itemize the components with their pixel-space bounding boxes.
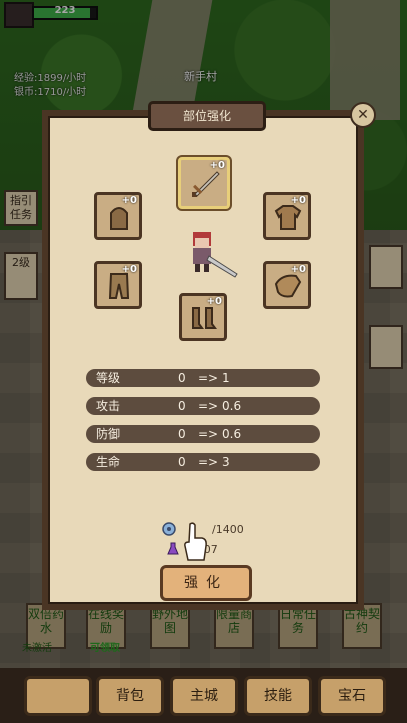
stat-from: 0 <box>178 427 186 441</box>
pointer-hand-icon <box>184 522 207 561</box>
close-icon[interactable]: ✕ <box>350 102 376 128</box>
nav-gems[interactable]: 宝石 <box>318 676 386 716</box>
sword-icon <box>192 171 220 197</box>
nav-home[interactable] <box>24 676 92 716</box>
stat-to: 0.6 <box>222 399 242 413</box>
modal-title: 部位强化 <box>148 101 266 131</box>
slot-boots[interactable]: +0 <box>179 293 227 341</box>
stat-to: 3 <box>222 455 230 469</box>
slot-helmet[interactable]: +0 <box>94 192 142 240</box>
slot-weapon[interactable]: +0 <box>178 157 230 209</box>
stat-row-attack: 攻击 0 => 0.6 <box>86 397 320 415</box>
cost-gold: /1400 <box>212 523 244 536</box>
stat-to: 1 <box>222 371 230 385</box>
slot-shield[interactable]: +0 <box>263 261 311 309</box>
enhance-button[interactable]: 强化 <box>160 565 252 601</box>
stat-label: 防御 <box>96 427 121 441</box>
nav-backpack[interactable]: 背包 <box>96 676 164 716</box>
stat-row-hp: 生命 0 => 3 <box>86 453 320 471</box>
slot-level: +0 <box>121 195 137 206</box>
stat-label: 生命 <box>96 455 121 469</box>
stat-arrow: => <box>198 455 219 469</box>
nav-main-city[interactable]: 主城 <box>170 676 238 716</box>
stat-row-defense: 防御 0 => 0.6 <box>86 425 320 443</box>
stat-from: 0 <box>178 399 186 413</box>
slot-level: +0 <box>209 160 225 171</box>
stat-from: 0 <box>178 371 186 385</box>
slot-pants[interactable]: +0 <box>94 261 142 309</box>
bottom-nav: 背包 主城 技能 宝石 <box>0 668 407 723</box>
character-sprite <box>193 232 238 278</box>
stat-label: 攻击 <box>96 399 121 413</box>
nav-skills[interactable]: 技能 <box>244 676 312 716</box>
stat-arrow: => <box>198 371 219 385</box>
stat-from: 0 <box>178 455 186 469</box>
stat-row-level: 等级 0 => 1 <box>86 369 320 387</box>
stat-to: 0.6 <box>222 427 242 441</box>
stat-label: 等级 <box>96 371 121 385</box>
slot-level: +0 <box>290 195 306 206</box>
slot-level: +0 <box>206 296 222 307</box>
stat-arrow: => <box>198 427 219 441</box>
slot-level: +0 <box>290 264 306 275</box>
slot-armor[interactable]: +0 <box>263 192 311 240</box>
slot-level: +0 <box>121 264 137 275</box>
gear-coin-icon <box>162 522 176 536</box>
stat-arrow: => <box>198 399 219 413</box>
potion-icon <box>167 542 179 555</box>
